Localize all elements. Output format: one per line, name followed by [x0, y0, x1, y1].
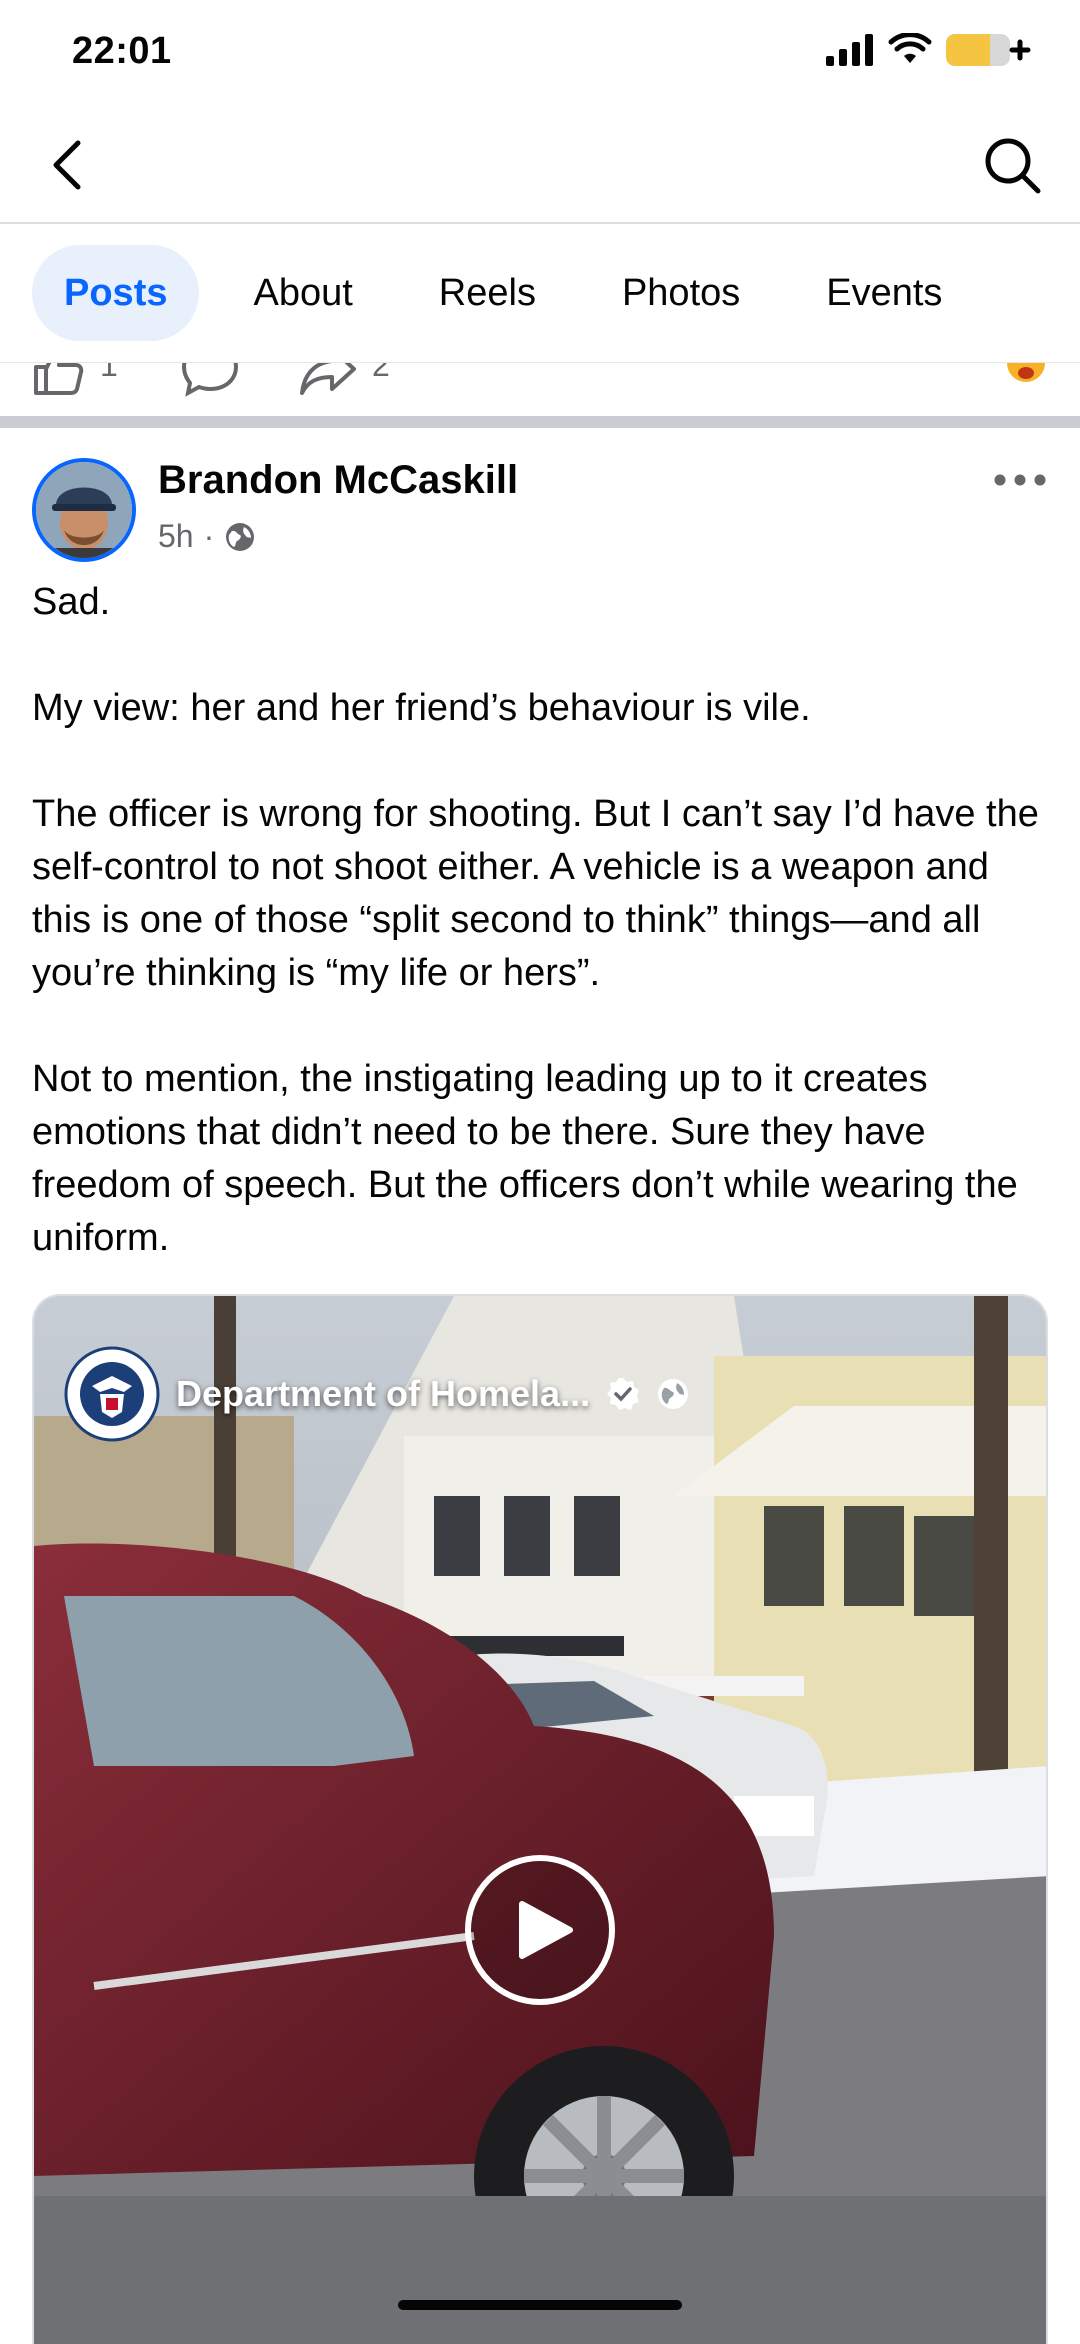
play-icon [465, 1855, 615, 2005]
battery-icon [946, 34, 1031, 66]
post-time[interactable]: 5h [158, 518, 194, 555]
search-icon [985, 138, 1041, 194]
chevron-left-icon [53, 140, 81, 190]
post-paragraph: The officer is wrong for shooting. But I… [32, 793, 1039, 994]
like-count: 1 [100, 362, 118, 383]
post-paragraph: Not to mention, the instigating leading … [32, 1058, 1018, 1259]
comment-icon[interactable] [180, 362, 240, 397]
dhs-seal-icon [64, 1346, 160, 1442]
search-button[interactable] [982, 135, 1044, 197]
wifi-icon [888, 33, 932, 63]
like-icon[interactable] [30, 362, 86, 397]
share-icon[interactable] [298, 362, 358, 397]
navigation-bar [0, 110, 1080, 224]
reaction-emoji-icon [1007, 363, 1045, 382]
share-count: 2 [372, 362, 390, 383]
post-paragraph: Sad. [32, 581, 111, 623]
play-button[interactable] [462, 1852, 618, 2008]
globe-icon [658, 1379, 689, 1409]
author-avatar[interactable] [32, 458, 136, 562]
profile-tabs: Posts About Reels Photos Events [0, 224, 1080, 362]
post-text: Sad. My view: her and her friend’s behav… [32, 576, 1052, 1318]
status-bar: 22:01 [0, 0, 1080, 110]
status-time: 22:01 [72, 30, 172, 72]
video-source-name[interactable]: Department of Homela... [176, 1373, 590, 1415]
video-source-overlay[interactable]: Department of Homela... [64, 1346, 690, 1442]
tab-about[interactable]: About [221, 245, 384, 341]
author-name[interactable]: Brandon McCaskill [158, 458, 518, 503]
post-paragraph: My view: her and her friend’s behaviour … [32, 687, 811, 729]
verified-badge-icon [607, 1378, 640, 1410]
previous-post-actions: 1 2 [0, 362, 1080, 417]
video-thumbnail [34, 1296, 1046, 2344]
meta-separator: · [203, 518, 215, 554]
cellular-signal-icon [826, 34, 873, 66]
tab-photos[interactable]: Photos [590, 245, 772, 341]
tab-events[interactable]: Events [794, 245, 974, 341]
more-options-button[interactable] [990, 468, 1050, 492]
post-meta: 5h · [158, 518, 256, 555]
post-separator [0, 416, 1080, 428]
avatar-photo [36, 462, 132, 558]
shared-video[interactable]: Department of Homela... [32, 1294, 1048, 2344]
more-horizontal-icon [994, 474, 1046, 486]
tab-posts[interactable]: Posts [32, 245, 200, 341]
globe-icon [226, 522, 255, 551]
tab-reels[interactable]: Reels [407, 245, 568, 341]
home-indicator[interactable] [398, 2300, 682, 2310]
back-button[interactable] [40, 135, 100, 195]
status-icons [826, 32, 1032, 68]
